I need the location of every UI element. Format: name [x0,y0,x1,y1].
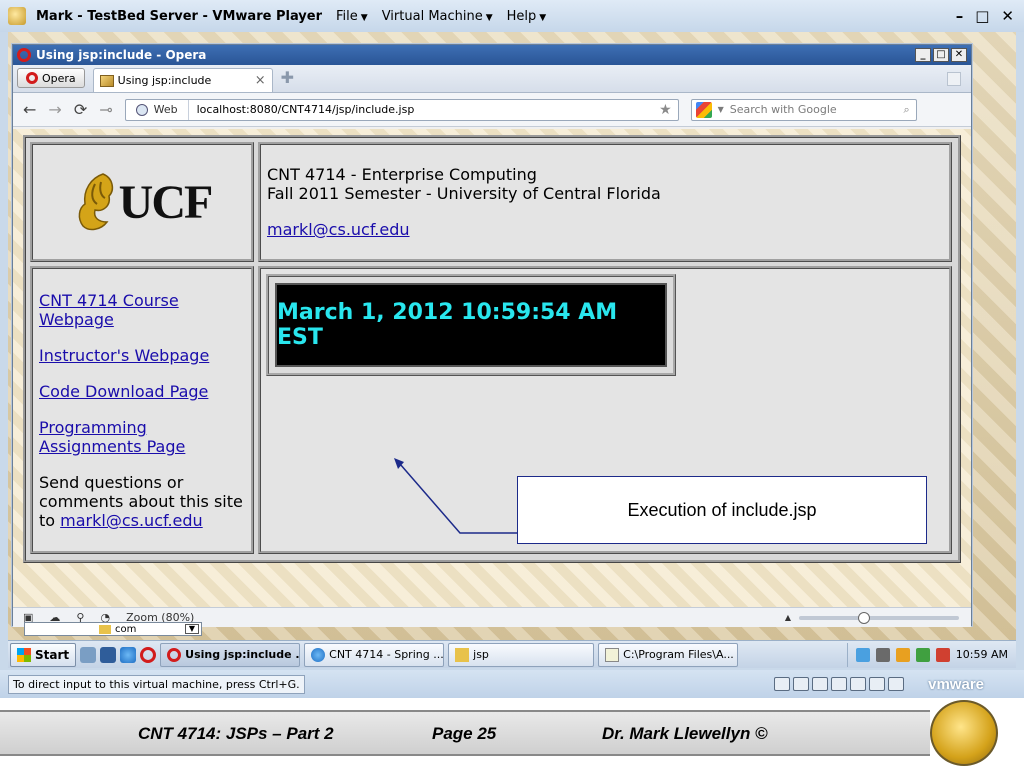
taskbar-item-opera[interactable]: Using jsp:include ... [160,642,301,667]
tray-display-icon[interactable] [875,647,890,662]
notepad-icon [605,647,620,662]
footer-course: CNT 4714: JSPs – Part 2 [138,724,334,743]
quicklaunch-app-icon[interactable] [80,646,97,663]
network-adapter-icon[interactable] [831,677,848,691]
footer-author: Dr. Mark Llewellyn © [602,724,768,743]
quicklaunch-opera-icon[interactable] [140,646,157,663]
tray-clock[interactable]: 10:59 AM [956,648,1008,661]
vmware-status-bar: To direct input to this virtual machine,… [0,670,1024,698]
taskbar-item-jsp-folder[interactable]: jsp [448,642,595,667]
quicklaunch-desktop-icon[interactable] [100,646,117,663]
taskbar-item-ie[interactable]: CNT 4714 - Spring ... [304,642,445,667]
tray-network-icon[interactable] [855,647,870,662]
floppy-icon[interactable] [812,677,829,691]
start-button[interactable]: Start [10,642,77,667]
annotation-callout: Execution of include.jsp [517,476,927,544]
quicklaunch-ie-icon[interactable] [120,646,137,663]
ucf-pegasus-logo [930,700,998,766]
slide-footer: CNT 4714: JSPs – Part 2 Page 25 Dr. Mark… [0,698,1024,768]
ie-icon [311,647,326,662]
device-icons [774,677,905,691]
vmware-logo: vmware [928,675,984,693]
hdd-icon[interactable] [774,677,791,691]
footer-page: Page 25 [432,724,497,743]
message-icon[interactable] [888,677,905,691]
guest-taskbar: Start Using jsp:include ... CNT 4714 - S… [8,640,1016,668]
opera-icon [167,647,182,662]
tray-media-icon[interactable] [895,647,910,662]
dropdown-icon[interactable]: ▼ [185,624,199,634]
tray-volume-muted-icon[interactable] [935,647,950,662]
folder-icon [99,624,111,634]
vmware-status-message: To direct input to this virtual machine,… [8,674,305,694]
windows-flag-icon [17,647,31,662]
usb-icon[interactable] [850,677,867,691]
sound-icon[interactable] [869,677,886,691]
tray-update-icon[interactable] [915,647,930,662]
background-window-field: com ▼ [24,622,202,636]
cd-icon[interactable] [793,677,810,691]
folder-icon [455,647,470,662]
taskbar-item-program-files[interactable]: C:\Program Files\A... [598,642,739,667]
system-tray: 10:59 AM [846,642,1016,667]
